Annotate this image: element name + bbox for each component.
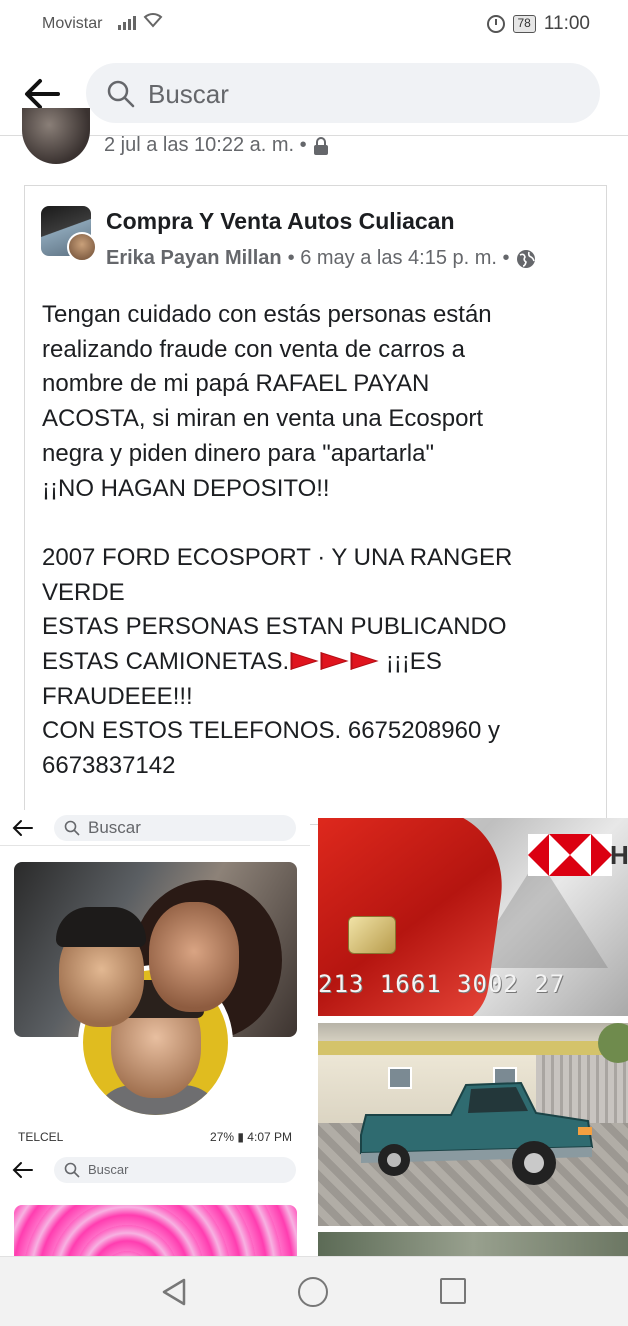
search-icon bbox=[107, 80, 135, 108]
back-arrow-icon bbox=[12, 1162, 33, 1178]
clock: 11:00 bbox=[543, 13, 590, 34]
back-arrow-icon bbox=[12, 820, 33, 836]
card-number: 213 1661 3002 27 bbox=[318, 970, 566, 998]
mini-search-input: Buscar bbox=[54, 815, 296, 841]
author-avatar[interactable] bbox=[67, 232, 97, 262]
post-meta: Erika Payan Millan • 6 may a las 4:15 p.… bbox=[106, 247, 536, 270]
nav-recents-icon[interactable] bbox=[440, 1278, 466, 1304]
post-line: nombre de mi papá RAFAEL PAYAN bbox=[42, 370, 430, 398]
bank-letter: H bbox=[610, 840, 628, 870]
status-bar: Movistar 78 11:00 bbox=[0, 0, 628, 48]
search-placeholder: Buscar bbox=[148, 79, 229, 109]
red-flag-icon bbox=[290, 652, 319, 671]
mini-search-header: Buscar bbox=[0, 810, 310, 846]
previous-post-meta: 2 jul a las 10:22 a. m. • bbox=[104, 134, 329, 157]
nav-back-icon[interactable] bbox=[160, 1277, 190, 1307]
mini-search-header: Buscar bbox=[0, 1152, 310, 1188]
post-time: • 6 may a las 4:15 p. m. • bbox=[287, 247, 510, 269]
post-line: 6673837142 bbox=[42, 752, 176, 780]
post-line bbox=[42, 506, 602, 541]
mini-status-right: 27% ▮ 4:07 PM bbox=[210, 1130, 292, 1144]
shared-post-card[interactable]: Compra Y Venta Autos Culiacan Erika Paya… bbox=[24, 185, 607, 825]
previous-post-avatar[interactable] bbox=[22, 108, 90, 164]
red-flag-icon bbox=[350, 652, 379, 671]
post-line: ESTAS PERSONAS ESTAN PUBLICANDO bbox=[42, 613, 507, 641]
post-line: Tengan cuidado con estás personas están bbox=[42, 301, 492, 328]
collage-photo-screenshot[interactable]: Buscar TELCEL 27% ▮ 4:07 PM Buscar bbox=[0, 810, 310, 1256]
status-right: 78 11:00 bbox=[486, 13, 590, 35]
previous-post-time: 2 jul a las 10:22 a. m. • bbox=[104, 134, 307, 156]
post-line: realizando fraude con venta de carros a bbox=[42, 335, 465, 363]
post-line: CON ESTOS TELEFONOS. 6675208960 y bbox=[42, 717, 500, 745]
globe-icon bbox=[516, 249, 535, 268]
post-line: ACOSTA, si miran en venta una Ecosport bbox=[42, 405, 484, 433]
alarm-icon bbox=[486, 15, 505, 33]
group-avatar[interactable] bbox=[41, 206, 97, 262]
collage-photo-truck[interactable] bbox=[318, 1023, 628, 1226]
group-name[interactable]: Compra Y Venta Autos Culiacan bbox=[106, 208, 455, 235]
red-flag-icon bbox=[320, 652, 349, 671]
post-line: 2007 FORD ECOSPORT · Y UNA RANGER bbox=[42, 543, 513, 571]
search-icon bbox=[64, 1162, 80, 1178]
mini-status-bar: TELCEL 27% ▮ 4:07 PM bbox=[0, 1122, 310, 1152]
post-line: VERDE bbox=[42, 578, 125, 606]
wifi-icon bbox=[143, 12, 163, 32]
nav-home-icon[interactable] bbox=[298, 1277, 328, 1307]
signal-icon bbox=[118, 14, 136, 30]
mini-search-placeholder: Buscar bbox=[88, 1162, 129, 1177]
mini-carrier: TELCEL bbox=[18, 1130, 64, 1144]
carrier-label: Movistar bbox=[42, 15, 103, 32]
pickup-truck-image bbox=[360, 1081, 594, 1185]
post-line: ¡¡¡ES bbox=[385, 648, 442, 676]
post-body: Tengan cuidado con estás personas están … bbox=[42, 298, 602, 784]
pink-photo bbox=[14, 1205, 297, 1256]
battery-indicator: 78 bbox=[512, 15, 536, 33]
lock-icon bbox=[313, 136, 328, 155]
post-line: negra y piden dinero para "apartarla" bbox=[42, 439, 434, 467]
post-line-flags: ESTAS CAMIONETAS. ¡¡¡ES bbox=[42, 645, 602, 680]
card-chip-icon bbox=[348, 916, 396, 954]
android-nav-bar bbox=[0, 1256, 628, 1326]
search-icon bbox=[64, 820, 80, 836]
search-input[interactable]: Buscar bbox=[86, 63, 600, 123]
post-line: FRAUDEEE!!! bbox=[42, 682, 193, 710]
bank-logo-icon bbox=[528, 834, 612, 876]
post-author[interactable]: Erika Payan Millan bbox=[106, 247, 282, 270]
mini-search-placeholder: Buscar bbox=[88, 818, 141, 837]
search-header: Buscar bbox=[0, 52, 628, 136]
post-line: ESTAS CAMIONETAS. bbox=[42, 648, 290, 676]
collage-photo-bank-card[interactable]: H 213 1661 3002 27 bbox=[318, 818, 628, 1016]
post-line: ¡¡NO HAGAN DEPOSITO!! bbox=[42, 474, 330, 502]
mini-search-input: Buscar bbox=[54, 1157, 296, 1183]
